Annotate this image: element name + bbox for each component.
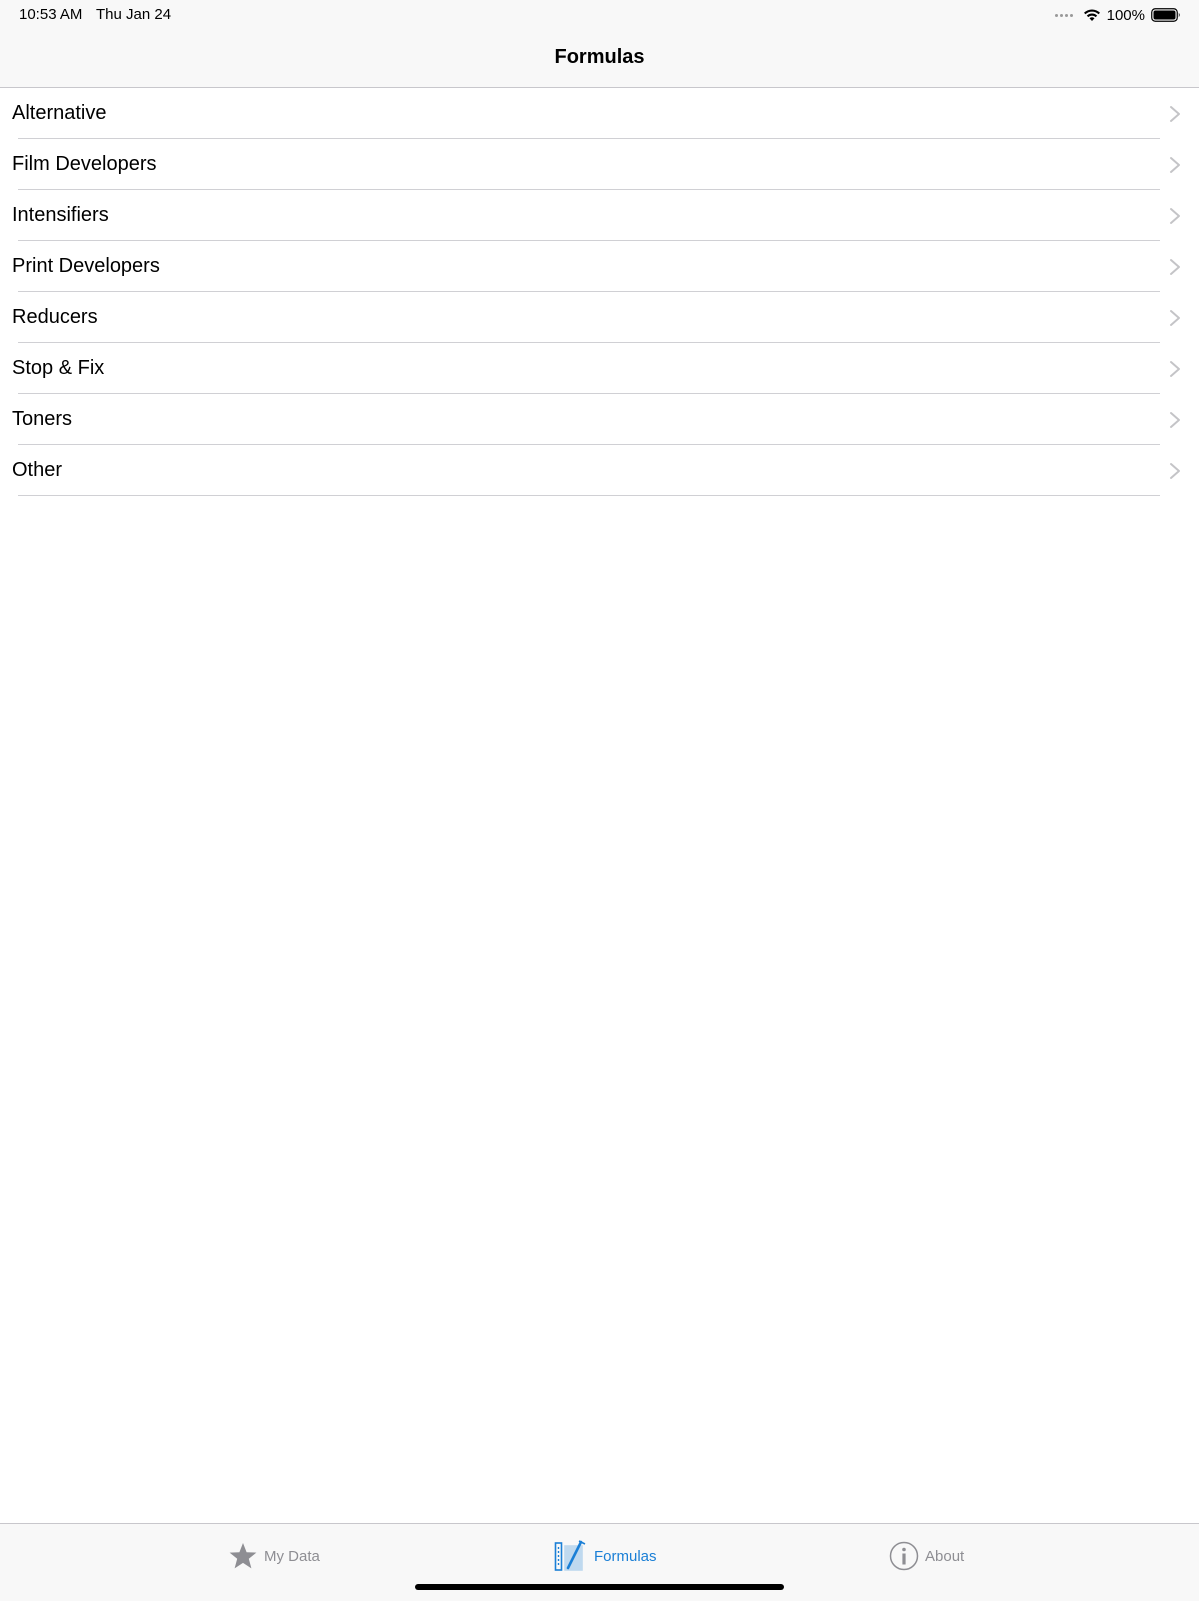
home-indicator[interactable] <box>415 1584 784 1590</box>
chevron-right-icon <box>1170 105 1180 122</box>
chevron-right-icon <box>1170 258 1180 275</box>
tab-about[interactable]: About <box>889 1538 964 1574</box>
chevron-right-icon <box>1170 156 1180 173</box>
navigation-bar: Formulas <box>0 30 1199 88</box>
chevron-right-icon <box>1170 360 1180 377</box>
status-date: Thu Jan 24 <box>96 6 172 23</box>
status-bar: 10:53 AM Thu Jan 24 100% <box>0 0 1199 30</box>
list-item-alternative[interactable]: Alternative <box>0 88 1199 139</box>
cellular-signal-icon <box>1054 13 1073 17</box>
chevron-right-icon <box>1170 207 1180 224</box>
battery-percentage: 100% <box>1106 6 1145 24</box>
wifi-icon <box>1083 9 1100 21</box>
chevron-right-icon <box>1170 411 1180 428</box>
list-item-label: Stop & Fix <box>12 357 105 379</box>
status-time: 10:53 AM <box>19 6 83 23</box>
list-item-label: Toners <box>12 408 73 430</box>
list-item-label: Reducers <box>12 306 98 328</box>
list-item-label: Other <box>12 459 63 481</box>
chevron-right-icon <box>1170 309 1180 326</box>
tab-label: My Data <box>264 1547 320 1565</box>
tab-formulas[interactable]: Formulas <box>554 1538 657 1574</box>
list-item-stop-fix[interactable]: Stop & Fix <box>0 343 1199 394</box>
list-item-toners[interactable]: Toners <box>0 394 1199 445</box>
tab-label: Formulas <box>594 1547 657 1565</box>
page-title: Formulas <box>554 46 645 68</box>
formulas-icon <box>554 1540 586 1571</box>
tab-my-data[interactable]: My Data <box>228 1538 320 1574</box>
list-item-label: Print Developers <box>12 255 160 277</box>
formula-category-list: Alternative Film Developers Intensifiers… <box>0 88 1199 496</box>
list-item-label: Alternative <box>12 102 107 124</box>
battery-icon <box>1151 8 1180 22</box>
list-item-intensifiers[interactable]: Intensifiers <box>0 190 1199 241</box>
tab-label: About <box>925 1547 965 1565</box>
chevron-right-icon <box>1170 462 1180 479</box>
list-item-reducers[interactable]: Reducers <box>0 292 1199 343</box>
list-item-label: Film Developers <box>12 153 157 175</box>
list-item-label: Intensifiers <box>12 204 109 226</box>
list-item-print-developers[interactable]: Print Developers <box>0 241 1199 292</box>
list-item-other[interactable]: Other <box>0 445 1199 496</box>
status-indicators: 100% <box>1054 4 1181 26</box>
list-item-film-developers[interactable]: Film Developers <box>0 139 1199 190</box>
info-icon <box>889 1541 919 1571</box>
star-icon <box>229 1543 257 1569</box>
